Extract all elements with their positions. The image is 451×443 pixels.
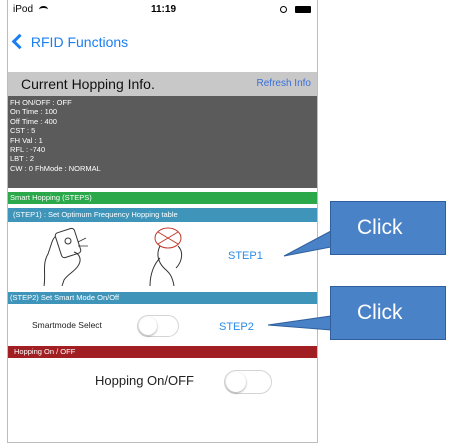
callout-text: Click: [357, 301, 403, 324]
nav-bar: RFID Functions: [8, 28, 317, 58]
step1-button[interactable]: STEP1: [228, 250, 263, 262]
info-line: Off Time : 400: [10, 116, 57, 126]
status-bar: iPod 11:19: [8, 0, 317, 20]
hopping-info-header: Current Hopping Info. Refresh Info: [8, 72, 317, 96]
status-indicators: [280, 4, 311, 15]
step1-header: (STEP1) : Set Optimum Frequency Hopping …: [8, 208, 317, 222]
hopping-info-lines: FH ON/OFF : OFF On Time : 100 Off Time :…: [8, 96, 317, 173]
screenshot-stage: iPod 11:19 RFID Functions Current Hoppin…: [0, 0, 451, 443]
toggle-knob: [226, 372, 246, 392]
hopping-info-panel: FH ON/OFF : OFF On Time : 100 Off Time :…: [8, 96, 317, 188]
smart-hopping-header: Smart Hopping (STEPS): [8, 192, 317, 204]
hopping-info-title: Current Hopping Info.: [21, 76, 155, 92]
info-line: CST : 5: [10, 126, 36, 136]
phone-screen: iPod 11:19 RFID Functions Current Hoppin…: [7, 0, 318, 443]
smartmode-select-label: Smartmode Select: [32, 320, 102, 330]
refresh-info-button[interactable]: Refresh Info: [257, 78, 311, 89]
hopping-onoff-label: Hopping On/OFF: [95, 373, 194, 388]
info-line: FH Val : 1: [10, 135, 43, 145]
info-line: RFL : -740: [10, 145, 46, 155]
step2-button[interactable]: STEP2: [219, 321, 254, 333]
info-line: LBT : 2: [10, 154, 35, 164]
hand-tag-icon: [149, 227, 183, 286]
callout-text: Click: [357, 216, 403, 239]
smartmode-toggle[interactable]: [137, 315, 179, 337]
orientation-lock-icon: [280, 5, 288, 13]
back-chevron-icon: [11, 33, 28, 50]
click-callout-step2: Click: [330, 286, 446, 340]
step2-header: (STEP2) Set Smart Mode On/Off: [8, 292, 317, 304]
hand-reader-icon: [43, 227, 88, 286]
toggle-knob: [139, 317, 157, 335]
hopping-onoff-header: Hopping On / OFF: [8, 346, 317, 358]
back-button[interactable]: RFID Functions: [11, 33, 129, 50]
info-line: FH ON/OFF : OFF: [10, 98, 72, 107]
click-callout-step1: Click: [330, 201, 446, 255]
info-line: CW : 0 FhMode : NORMAL: [10, 163, 101, 173]
hopping-onoff-toggle[interactable]: [224, 370, 272, 394]
battery-icon: [295, 5, 311, 13]
back-button-label: RFID Functions: [30, 34, 129, 50]
status-time: 11:19: [150, 4, 177, 15]
info-line: On Time : 100: [10, 107, 58, 117]
